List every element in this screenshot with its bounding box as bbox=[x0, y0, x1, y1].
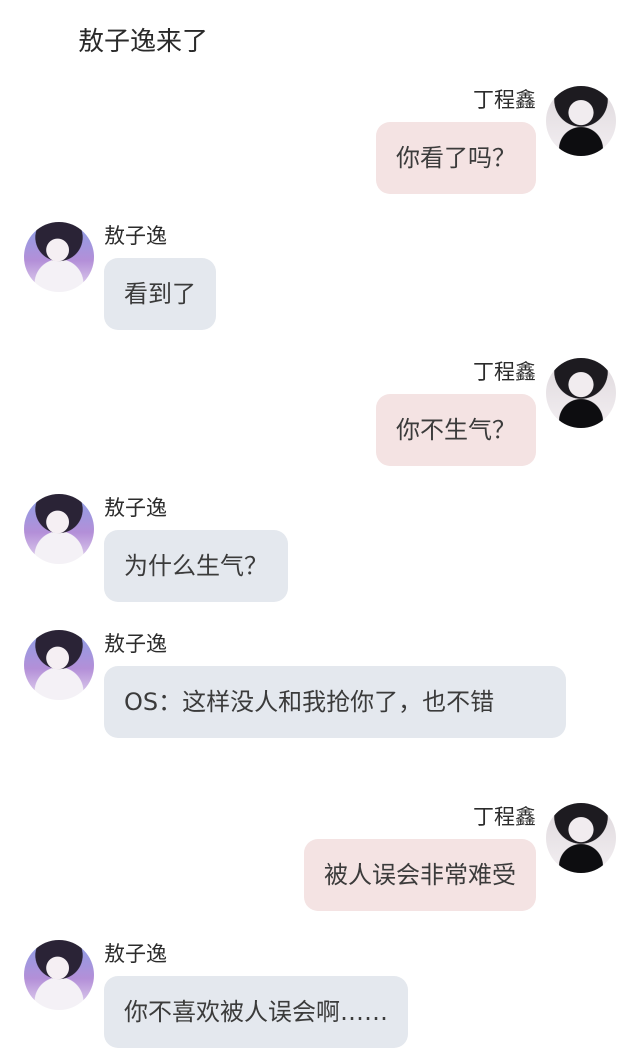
sender-name: 丁程鑫 bbox=[473, 805, 536, 829]
message-bubble[interactable]: 你不喜欢被人误会啊…… bbox=[104, 976, 408, 1048]
sender-name: 敖子逸 bbox=[104, 496, 167, 520]
message-row: 丁程鑫 你看了吗？ bbox=[0, 86, 640, 196]
avatar[interactable] bbox=[24, 630, 94, 700]
sender-name: 敖子逸 bbox=[104, 632, 167, 656]
avatar[interactable] bbox=[546, 358, 616, 428]
sender-name: 丁程鑫 bbox=[473, 88, 536, 112]
sender-name: 丁程鑫 bbox=[473, 360, 536, 384]
message-bubble[interactable]: 被人误会非常难受 bbox=[304, 839, 536, 911]
message-bubble[interactable]: OS：这样没人和我抢你了，也不错 bbox=[104, 666, 566, 738]
message-row: 敖子逸 看到了 bbox=[0, 222, 640, 332]
sender-name: 敖子逸 bbox=[104, 942, 167, 966]
message-row: 敖子逸 OS：这样没人和我抢你了，也不错 bbox=[0, 630, 640, 780]
sender-name: 敖子逸 bbox=[104, 224, 167, 248]
message-bubble[interactable]: 为什么生气？ bbox=[104, 530, 288, 602]
avatar[interactable] bbox=[546, 803, 616, 873]
message-row: 丁程鑫 被人误会非常难受 bbox=[0, 803, 640, 913]
message-row: 丁程鑫 你不生气？ bbox=[0, 358, 640, 468]
avatar[interactable] bbox=[24, 222, 94, 292]
avatar[interactable] bbox=[24, 494, 94, 564]
message-row: 敖子逸 你不喜欢被人误会啊…… bbox=[0, 940, 640, 1050]
message-bubble[interactable]: 你不生气？ bbox=[376, 394, 536, 466]
avatar[interactable] bbox=[24, 940, 94, 1010]
page-title: 敖子逸来了 bbox=[78, 27, 209, 57]
message-bubble[interactable]: 你看了吗？ bbox=[376, 122, 536, 194]
avatar[interactable] bbox=[546, 86, 616, 156]
message-row: 敖子逸 为什么生气？ bbox=[0, 494, 640, 604]
message-bubble[interactable]: 看到了 bbox=[104, 258, 216, 330]
